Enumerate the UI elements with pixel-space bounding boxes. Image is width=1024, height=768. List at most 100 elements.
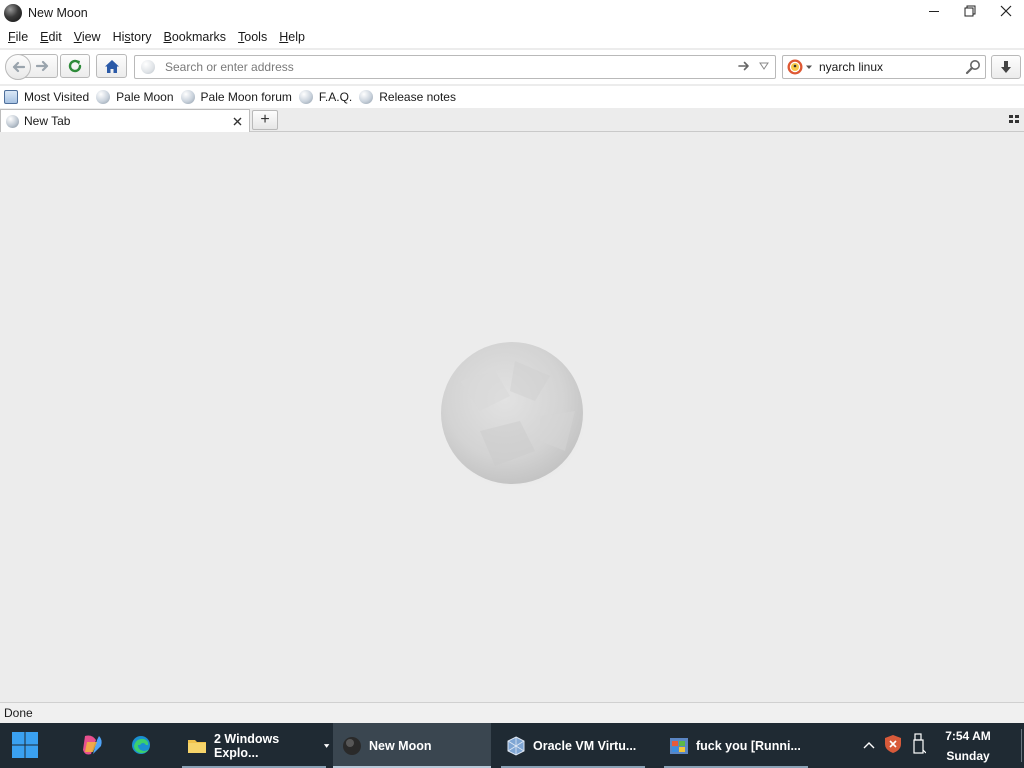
minimize-icon — [929, 10, 939, 12]
reload-icon — [68, 59, 82, 73]
menu-tools[interactable]: Tools — [232, 30, 273, 44]
menu-bookmarks-label: ookmarks — [171, 30, 227, 44]
new-tab-button[interactable]: + — [252, 110, 278, 130]
menu-file[interactable]: File — [2, 30, 34, 44]
menu-file-accel: F — [8, 30, 16, 44]
virtualbox-icon — [507, 735, 525, 756]
search-engine-selector[interactable] — [787, 59, 813, 75]
grid-icon — [1009, 115, 1019, 123]
search-bar[interactable] — [782, 55, 986, 79]
edge-icon — [132, 736, 150, 754]
system-tray — [860, 723, 927, 768]
search-icon[interactable] — [965, 59, 981, 78]
taskbar-clock[interactable]: 7:54 AM Sunday — [935, 726, 1001, 766]
new-moon-icon — [343, 736, 361, 755]
back-button[interactable] — [5, 54, 31, 80]
bookmark-faq[interactable]: F.A.Q. — [298, 90, 352, 104]
menu-help[interactable]: Help — [273, 30, 311, 44]
menu-bookmarks-accel: B — [163, 30, 172, 44]
menu-view-label: iew — [81, 30, 101, 44]
restore-icon — [964, 5, 976, 17]
most-visited-icon — [4, 90, 18, 104]
window-title: New Moon — [28, 6, 88, 20]
status-bar: Done — [0, 702, 1024, 723]
tab-globe-icon — [6, 114, 19, 128]
start-button[interactable] — [10, 730, 40, 760]
menu-history[interactable]: History — [107, 30, 158, 44]
taskbar-new-moon[interactable]: New Moon — [333, 723, 491, 768]
bookmark-pale-moon[interactable]: Pale Moon — [96, 90, 174, 104]
chevron-up-icon — [863, 741, 875, 748]
minimize-button[interactable] — [916, 0, 952, 22]
menu-help-label: elp — [288, 30, 305, 44]
close-button[interactable] — [988, 0, 1024, 22]
bookmark-label: Most Visited — [24, 90, 90, 104]
globe-icon — [96, 90, 111, 104]
reload-button[interactable] — [60, 54, 90, 78]
copilot-icon — [83, 735, 102, 755]
taskbar-windows-explorer[interactable]: 2 Windows Explo... — [178, 723, 330, 768]
search-input[interactable] — [819, 60, 959, 74]
taskbar-vm-window[interactable]: fuck you [Runni... — [660, 723, 812, 768]
security-tray-icon[interactable] — [884, 734, 902, 757]
bookmark-release-notes[interactable]: Release notes — [359, 90, 456, 104]
tab-new-tab[interactable]: New Tab — [0, 109, 250, 132]
close-icon — [233, 117, 241, 125]
forward-button[interactable] — [29, 55, 57, 77]
window-controls — [916, 0, 1024, 22]
navigation-toolbar — [0, 50, 1024, 84]
url-bar[interactable] — [134, 55, 776, 79]
back-arrow-icon — [12, 61, 25, 73]
close-icon — [1000, 5, 1012, 17]
menu-history-pre: Hi — [112, 30, 125, 44]
menu-edit[interactable]: Edit — [34, 30, 68, 44]
home-button[interactable] — [96, 54, 127, 78]
duckduckgo-icon — [787, 59, 803, 75]
bookmark-label: Release notes — [379, 90, 456, 104]
moon-logo-icon — [441, 342, 585, 486]
taskbar: 2 Windows Explo... New Moon Oracle VM Vi… — [0, 723, 1024, 768]
clock-time: 7:54 AM — [945, 729, 991, 743]
page-identity-icon — [141, 60, 155, 74]
menu-help-accel: H — [279, 30, 289, 44]
status-text: Done — [4, 706, 33, 720]
globe-icon — [359, 90, 374, 104]
show-hidden-icons-button[interactable] — [862, 739, 876, 753]
menu-edit-label: dit — [48, 30, 62, 44]
restore-button[interactable] — [952, 0, 988, 22]
bookmark-label: Pale Moon forum — [200, 90, 292, 104]
usb-tray-icon[interactable] — [912, 733, 927, 758]
copilot-button[interactable] — [79, 732, 105, 758]
taskbar-task-label: Oracle VM Virtu... — [533, 738, 637, 753]
taskbar-task-label: New Moon — [369, 738, 432, 753]
shield-warning-icon — [885, 735, 901, 753]
vm-window-icon — [670, 737, 688, 754]
taskbar-task-label: 2 Windows Explo... — [214, 731, 280, 760]
chevron-down-icon — [323, 743, 330, 748]
globe-icon — [298, 90, 313, 104]
menu-bar: File Edit View History Bookmarks Tools H… — [0, 26, 1024, 48]
bookmark-pale-moon-forum[interactable]: Pale Moon forum — [180, 90, 292, 104]
bookmark-most-visited[interactable]: Most Visited — [4, 90, 89, 104]
go-arrow-icon[interactable] — [737, 59, 751, 76]
bookmark-label: Pale Moon — [116, 90, 174, 104]
globe-icon — [180, 90, 195, 104]
folder-icon — [188, 739, 206, 753]
menu-edit-accel: E — [40, 30, 49, 44]
taskbar-virtualbox[interactable]: Oracle VM Virtu... — [497, 723, 649, 768]
downloads-button[interactable] — [991, 55, 1021, 79]
taskbar-task-label: fuck you [Runni... — [696, 738, 801, 753]
bookmarks-toolbar: Most Visited Pale Moon Pale Moon forum F… — [0, 86, 1024, 108]
address-input[interactable] — [165, 57, 725, 77]
edge-button[interactable] — [128, 732, 154, 758]
forward-arrow-icon — [36, 60, 49, 72]
history-dropdown-icon[interactable] — [758, 60, 770, 75]
menu-tools-label: ools — [244, 30, 268, 44]
list-all-tabs-button[interactable] — [1008, 113, 1020, 125]
title-bar: New Moon — [0, 0, 1024, 26]
home-icon — [104, 59, 119, 73]
menu-view[interactable]: View — [68, 30, 107, 44]
menu-bookmarks[interactable]: Bookmarks — [158, 30, 233, 44]
tab-close-button[interactable] — [229, 113, 245, 129]
menu-view-accel: V — [73, 30, 82, 44]
